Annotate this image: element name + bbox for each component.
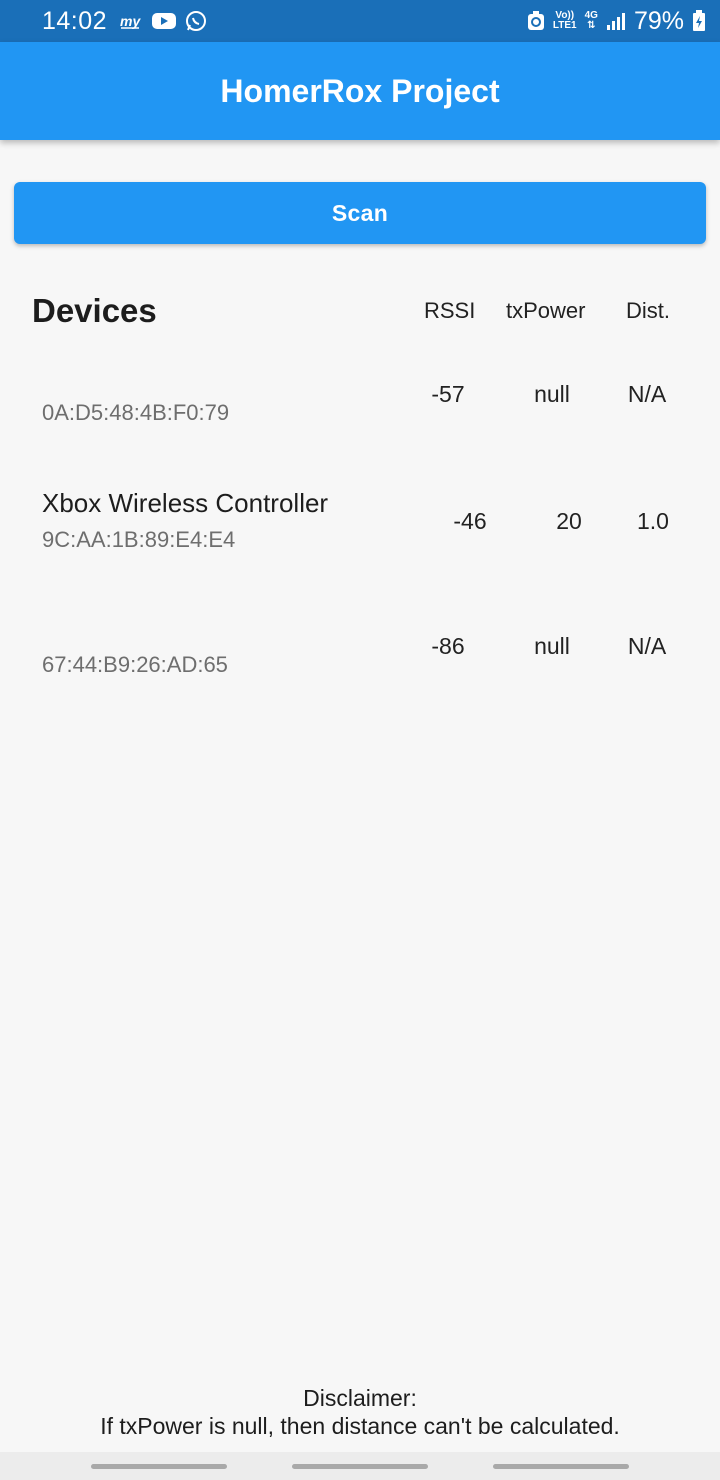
device-name: Xbox Wireless Controller (42, 488, 329, 518)
battery-percent: 79% (633, 6, 684, 35)
signal-icon (606, 11, 626, 31)
disclaimer-text: If txPower is null, then distance can't … (100, 1413, 620, 1439)
nav-home-handle[interactable] (292, 1464, 428, 1469)
device-rssi: -57 (431, 381, 465, 407)
navigation-bar (0, 1452, 720, 1480)
svg-text:my: my (120, 13, 141, 29)
device-mac: 67:44:B9:26:AD:65 (42, 652, 228, 677)
column-header-rssi: RSSI (424, 298, 476, 323)
data-saver-icon (527, 10, 545, 32)
scan-button-label: Scan (331, 199, 389, 226)
paytm-icon: my (119, 11, 143, 31)
column-header-txpower: txPower (506, 298, 586, 323)
disclaimer-title: Disclaimer: (303, 1385, 417, 1411)
device-mac: 9C:AA:1B:89:E4:E4 (42, 527, 236, 552)
device-distance: N/A (627, 381, 667, 407)
device-txpower: null (534, 381, 570, 407)
disclaimer: Disclaimer: If txPower is null, then dis… (0, 1384, 720, 1440)
battery-charging-icon (692, 10, 706, 32)
column-header-distance: Dist. (626, 298, 670, 323)
device-rssi: -86 (431, 633, 465, 659)
devices-heading: Devices (32, 292, 157, 329)
system-status: Vo)) LTE1 4G ⇅ 79% (527, 7, 706, 36)
app-bar: HomerRox Project (0, 42, 720, 140)
device-distance: N/A (627, 633, 667, 659)
scan-button[interactable]: Scan (14, 182, 706, 244)
device-txpower: 20 (556, 508, 582, 534)
device-row[interactable]: 67:44:B9:26:AD:65 -86 null N/A (0, 622, 720, 732)
lte-label: LTE1 (552, 20, 577, 31)
status-time: 14:02 (42, 6, 108, 35)
nav-back-handle[interactable] (493, 1464, 629, 1469)
whatsapp-icon (185, 10, 207, 32)
data-arrows-icon: ⇅ (587, 20, 596, 31)
device-distance: 1.0 (637, 508, 669, 534)
nav-recents-handle[interactable] (91, 1464, 227, 1469)
volte-indicator: Vo)) LTE1 (553, 11, 577, 31)
youtube-icon (151, 11, 177, 31)
device-mac: 0A:D5:48:4B:F0:79 (42, 400, 230, 425)
device-row[interactable]: 0A:D5:48:4B:F0:79 -57 null N/A (0, 370, 720, 480)
device-row[interactable]: Xbox Wireless Controller 9C:AA:1B:89:E4:… (0, 488, 720, 598)
network-indicator: 4G ⇅ (585, 11, 598, 31)
notification-icons: my (119, 10, 207, 32)
device-rssi: -46 (453, 508, 487, 534)
app-title: HomerRox Project (220, 72, 500, 109)
device-txpower: null (534, 633, 570, 659)
status-bar: 14:02 my Vo)) LTE1 4G ⇅ 79% (0, 0, 720, 42)
